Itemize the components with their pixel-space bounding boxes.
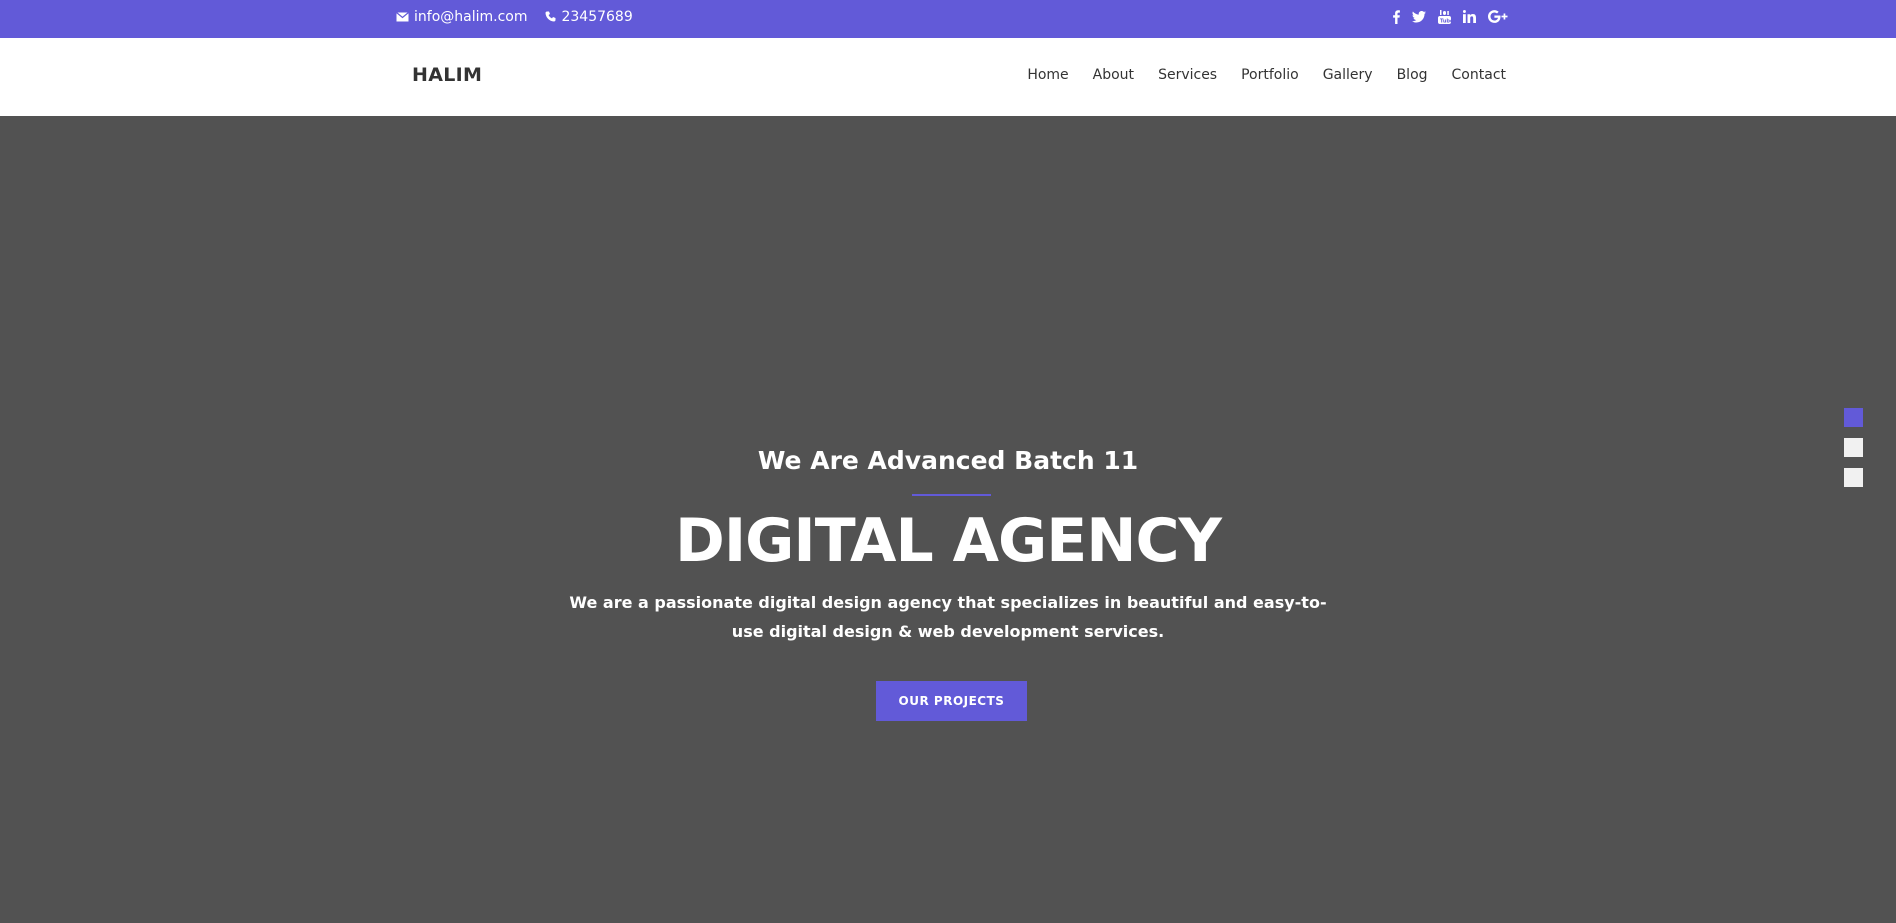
nav-item-gallery[interactable]: Gallery (1323, 67, 1373, 83)
our-projects-button[interactable]: OUR PROJECTS (876, 681, 1027, 721)
hero-section: We Are Advanced Batch 11 DIGITAL AGENCY … (0, 116, 1896, 923)
site-logo[interactable]: HALIM (412, 64, 482, 86)
facebook-icon[interactable] (1393, 9, 1400, 25)
main-menu: Home About Services Portfolio Gallery Bl… (1027, 67, 1506, 83)
linkedin-icon[interactable] (1463, 9, 1476, 25)
nav-item-services[interactable]: Services (1158, 67, 1217, 83)
social-links: Tube (1393, 0, 1508, 33)
slider-navigation (1844, 408, 1863, 498)
phone-icon (545, 11, 556, 22)
nav-item-contact[interactable]: Contact (1452, 67, 1506, 83)
envelope-icon (396, 11, 409, 22)
nav-item-portfolio[interactable]: Portfolio (1241, 67, 1299, 83)
nav-item-about[interactable]: About (1093, 67, 1134, 83)
main-navbar: HALIM Home About Services Portfolio Gall… (0, 38, 1896, 116)
hero-title: DIGITAL AGENCY (675, 506, 1222, 576)
hero-description: We are a passionate digital design agenc… (569, 593, 1327, 641)
slide-dot-3[interactable] (1844, 468, 1863, 487)
twitter-icon[interactable] (1412, 9, 1426, 25)
hero-divider (912, 494, 991, 496)
top-bar: info@halim.com 23457689 Tube (0, 0, 1896, 38)
hero-subtitle: We Are Advanced Batch 11 (757, 446, 1139, 475)
contact-info: info@halim.com 23457689 (396, 0, 633, 33)
phone-contact[interactable]: 23457689 (545, 8, 633, 25)
svg-text:Tube: Tube (1440, 18, 1451, 24)
nav-item-blog[interactable]: Blog (1397, 67, 1428, 83)
slide-dot-1[interactable] (1844, 408, 1863, 427)
phone-text: 23457689 (561, 8, 633, 25)
email-text: info@halim.com (414, 8, 528, 25)
google-plus-icon[interactable] (1488, 9, 1508, 25)
slide-dot-2[interactable] (1844, 438, 1863, 457)
email-contact[interactable]: info@halim.com (396, 9, 527, 25)
youtube-icon[interactable]: Tube (1438, 9, 1451, 25)
nav-item-home[interactable]: Home (1027, 67, 1068, 83)
